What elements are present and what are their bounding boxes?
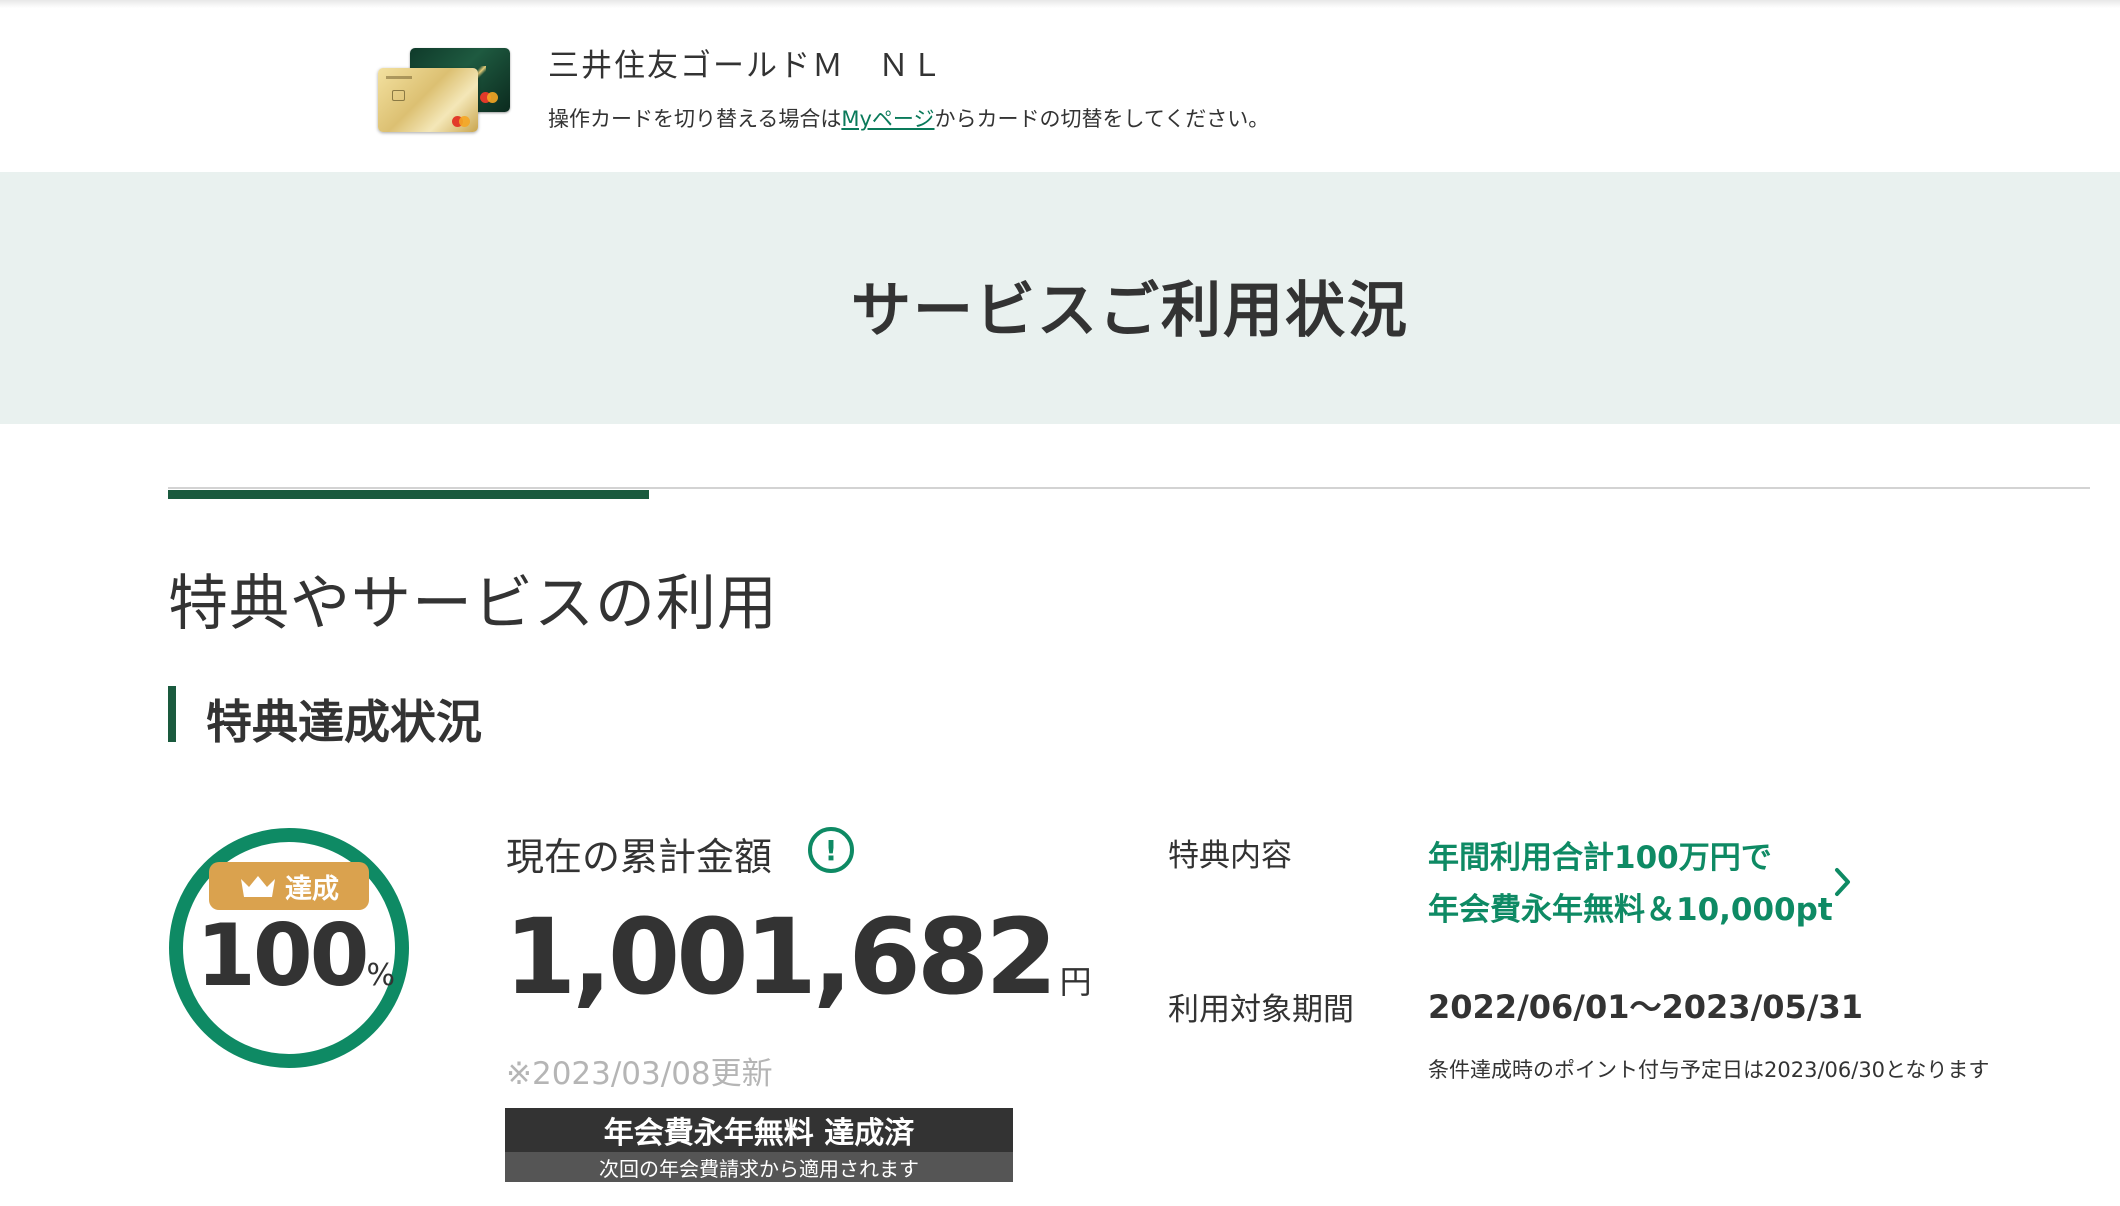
period-label: 利用対象期間 [1168,992,1354,1028]
updated-date: ※2023/03/08更新 [506,1056,773,1092]
page-title: サービスご利用状況 [851,276,1409,346]
card-logo-mark [386,76,412,79]
chevron-right-icon[interactable] [1832,866,1854,898]
amount-value: 1,001,682 円 [504,896,1092,1018]
card-switch-note: 操作カードを切り替える場合はMyページからカードの切替をしてください。 [548,103,1269,133]
card-name: 三井住友ゴールドＭ ＮＬ [548,48,944,84]
card-brand-mark [459,116,470,127]
crown-icon [241,876,275,897]
benefit-line-1: 年間利用合計100万円で [1428,840,1772,876]
progress-percent-value: 100 [196,906,370,1006]
status-box: 年会費永年無料 達成済 次回の年会費請求から適用されます [505,1108,1013,1182]
amount-label: 現在の累計金額 [506,835,773,879]
achieved-badge-label: 達成 [285,873,339,905]
achieved-badge: 達成 [209,862,369,910]
card-image-front [378,68,478,132]
info-icon[interactable]: ! [808,827,854,873]
amount-number: 1,001,682 [504,896,1058,1018]
period-note: 条件達成時のポイント付与予定日は2023/06/30となります [1428,1058,1990,1082]
progress-percent: 100% [196,906,395,1006]
period-value: 2022/06/01〜2023/05/31 [1428,988,1864,1026]
tab-divider [168,487,2090,489]
benefit-link[interactable]: 年間利用合計100万円で 年会費永年無料＆10,000pt [1428,832,1833,936]
status-sub: 次回の年会費請求から適用されます [505,1152,1013,1182]
card-switch-note-before: 操作カードを切り替える場合は [548,107,842,131]
status-main: 年会費永年無料 達成済 [505,1108,1013,1152]
section-title: 特典やサービスの利用 [168,569,778,639]
top-shadow [0,0,2120,8]
card-chip [392,90,405,101]
benefit-label: 特典内容 [1168,838,1292,874]
progress-percent-unit: % [366,958,396,993]
amount-unit: 円 [1059,963,1092,1001]
card-switch-note-after: からカードの切替をしてください。 [934,107,1270,131]
tab-active-indicator[interactable] [168,490,649,499]
subsection-bar [168,686,176,742]
card-brand-mark [487,92,498,103]
subsection-title: 特典達成状況 [206,695,482,749]
mypage-link[interactable]: Myページ [841,107,934,131]
benefit-line-2: 年会費永年無料＆10,000pt [1428,892,1833,928]
